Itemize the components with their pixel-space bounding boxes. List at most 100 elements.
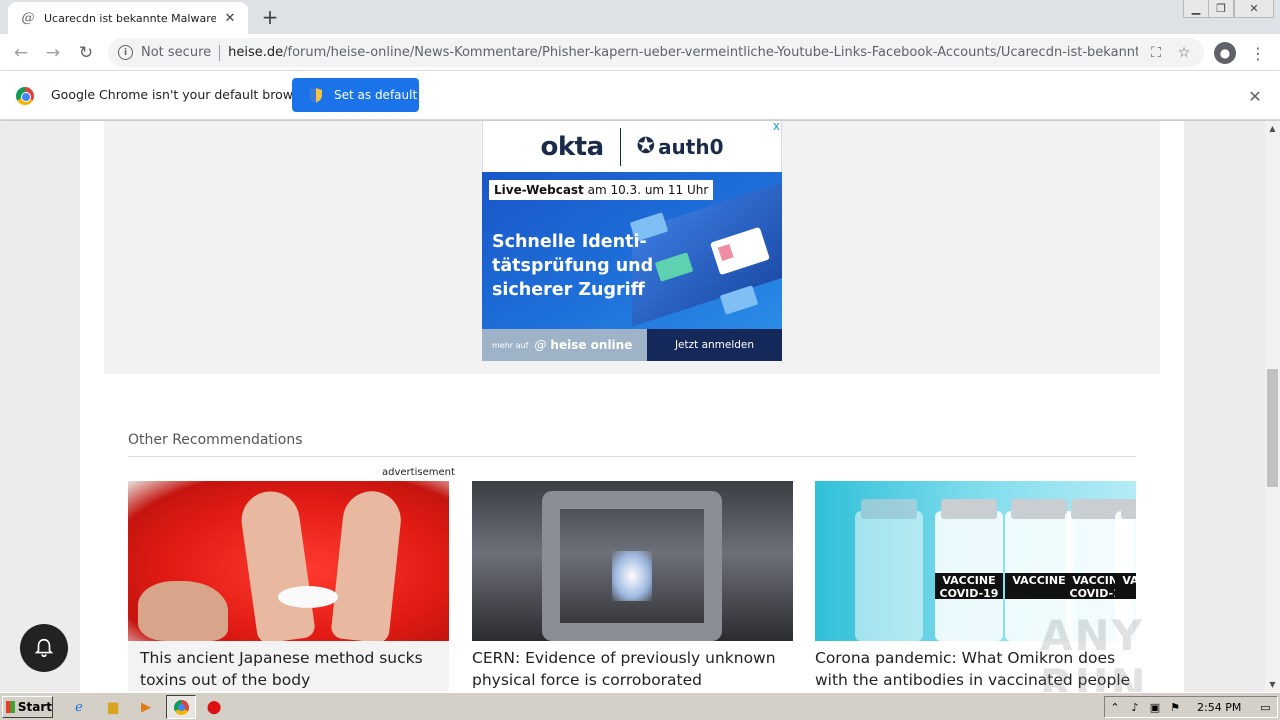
media-player-icon[interactable]: ▶	[137, 698, 155, 716]
explorer-folder-icon[interactable]: ▆	[104, 698, 122, 716]
minimize-button[interactable]: ▁	[1183, 0, 1209, 18]
heise-forum-icon: @	[21, 10, 35, 26]
action-center-flag-icon[interactable]: ⚑	[1165, 701, 1185, 714]
ad-container: okta ✪ auth0 x Live-Webcast am 10.3. um 1…	[104, 121, 1160, 374]
okta-auth0-ad[interactable]: okta ✪ auth0 x Live-Webcast am 10.3. um 1…	[482, 121, 782, 361]
ie-icon[interactable]: ℯ	[70, 698, 88, 716]
ad-webcast-bold: Live-Webcast	[494, 183, 584, 197]
back-button[interactable]: ←	[8, 40, 34, 66]
clock[interactable]: 2:54 PM	[1197, 701, 1241, 714]
ad-headline-line: sicherer Zugriff	[492, 280, 645, 300]
info-icon[interactable]: i	[118, 45, 133, 60]
scroll-thumb[interactable]	[1267, 369, 1278, 487]
profile-avatar-icon[interactable]: ●	[1214, 42, 1236, 64]
ad-heise-online: heise online	[550, 338, 633, 352]
bell-icon	[34, 638, 54, 658]
network-icon[interactable]: ▣	[1145, 701, 1165, 714]
illustration	[330, 488, 404, 641]
illustration	[1121, 499, 1136, 519]
url-path: /forum/heise-online/News-Kommentare/Phis…	[283, 45, 1138, 60]
tab-close-icon[interactable]: ✕	[222, 11, 238, 26]
chrome-icon	[173, 699, 189, 715]
divider	[128, 456, 1136, 457]
default-browser-infobar: Google Chrome isn't your default browser…	[0, 71, 1280, 120]
recommendation-image-feet[interactable]	[128, 481, 449, 641]
vial-label: VACCINE	[1005, 573, 1073, 599]
url-text[interactable]: heise.de/forum/heise-online/News-Komment…	[228, 45, 1138, 60]
auth0-star-icon: ✪	[636, 134, 656, 159]
illustration	[138, 581, 228, 641]
tray-expand-icon[interactable]: ⌃	[1105, 701, 1125, 714]
taskbar-chrome-button[interactable]	[166, 695, 196, 719]
security-status[interactable]: Not secure	[141, 45, 211, 60]
ad-mehr-auf: mehr auf	[492, 340, 529, 350]
vial-label: VACCINE COVID-19	[935, 573, 1003, 600]
opera-icon[interactable]: ⬤	[205, 698, 223, 716]
window-close-button[interactable]: ✕	[1234, 0, 1274, 18]
chrome-logo-icon	[16, 87, 34, 105]
browser-toolbar: ← → ↻ i Not secure heise.de/forum/heise-…	[0, 34, 1280, 71]
ad-headline: Schnelle Identi- tätsprüfung und sichere…	[492, 230, 653, 302]
anyrun-watermark: ANY RUN	[1040, 611, 1148, 692]
recommendations-heading: Other Recommendations	[128, 432, 303, 448]
auth0-text: auth0	[658, 134, 724, 159]
ad-webcast-label: Live-Webcast am 10.3. um 11 Uhr	[489, 180, 714, 200]
okta-logo: okta	[540, 131, 604, 162]
new-tab-button[interactable]: +	[258, 5, 282, 29]
scroll-down-icon[interactable]: ▼	[1265, 677, 1280, 692]
illustration	[278, 586, 338, 608]
infobar-close-icon[interactable]: ✕	[1244, 85, 1266, 107]
translate-icon[interactable]: ⛶	[1146, 43, 1166, 63]
start-button[interactable]: Start	[2, 696, 53, 718]
divider	[619, 127, 621, 166]
page-scrollbar[interactable]: ▲ ▼	[1265, 121, 1280, 692]
heise-logo-icon: @	[534, 338, 547, 352]
ad-heise-brand: mehr auf @ heise online	[482, 329, 647, 361]
advertisement-label: advertisement	[382, 467, 455, 478]
restore-button[interactable]: ❐	[1208, 0, 1234, 18]
recommendation-image-cern[interactable]	[472, 481, 793, 641]
recommendation-card[interactable]: This ancient Japanese method sucks toxin…	[128, 481, 449, 691]
reload-button[interactable]: ↻	[73, 40, 99, 66]
illustration	[861, 499, 917, 519]
recommendation-caption[interactable]: CERN: Evidence of previously unknown phy…	[472, 647, 793, 691]
browser-tab-active[interactable]: @ Ucarecdn ist bekannte Malware | Forum …	[8, 2, 248, 34]
ad-headline-line: tätsprüfung und	[492, 256, 654, 276]
url-domain: heise.de	[228, 45, 284, 60]
volume-icon[interactable]: ♪	[1125, 701, 1145, 714]
page-content: okta ✪ auth0 x Live-Webcast am 10.3. um 1…	[80, 121, 1184, 692]
ad-banner[interactable]: Live-Webcast am 10.3. um 11 Uhr Schnelle…	[482, 172, 782, 329]
chrome-menu-icon[interactable]: ⋮	[1248, 40, 1268, 66]
illustration: VACCINE COVID-19	[935, 499, 1003, 641]
show-desktop-icon[interactable]: ▭	[1255, 701, 1275, 714]
start-label: Start	[17, 700, 52, 714]
auth0-logo: ✪ auth0	[637, 134, 724, 159]
recommendation-card[interactable]: CERN: Evidence of previously unknown phy…	[472, 481, 793, 691]
forward-button[interactable]: →	[40, 40, 66, 66]
illustration	[612, 551, 652, 601]
page-viewport: okta ✪ auth0 x Live-Webcast am 10.3. um 1…	[0, 121, 1265, 692]
notification-bell-button[interactable]	[20, 624, 68, 672]
ad-logos: okta ✪ auth0	[482, 121, 782, 172]
illustration	[237, 487, 317, 641]
ad-webcast-date: am 10.3. um 11 Uhr	[583, 183, 709, 197]
tab-title: Ucarecdn ist bekannte Malware | Forum	[44, 11, 216, 25]
illustration	[855, 499, 923, 641]
tab-strip: @ Ucarecdn ist bekannte Malware | Forum …	[0, 0, 1280, 34]
recommendation-caption[interactable]: This ancient Japanese method sucks toxin…	[128, 647, 449, 691]
scroll-up-icon[interactable]: ▲	[1265, 121, 1280, 136]
divider	[219, 44, 221, 61]
set-as-default-button[interactable]: Set as default	[292, 78, 419, 112]
address-bar[interactable]: i Not secure heise.de/forum/heise-online…	[108, 38, 1204, 67]
illustration	[941, 499, 997, 519]
ad-footer: mehr auf @ heise online Jetzt anmelden	[482, 329, 782, 361]
uac-shield-icon	[310, 88, 322, 103]
ad-close-icon[interactable]: x	[773, 121, 780, 133]
infobar-message: Google Chrome isn't your default browser	[51, 87, 313, 102]
ad-register-button[interactable]: Jetzt anmelden	[647, 329, 782, 361]
bookmark-star-icon[interactable]: ☆	[1174, 43, 1194, 63]
windows-flag-icon	[6, 701, 15, 713]
illustration	[1011, 499, 1067, 519]
system-tray: ⌃ ♪ ▣ ⚑ 2:54 PM ▭	[1104, 696, 1278, 718]
vial-label: VACCINE	[1115, 573, 1136, 599]
